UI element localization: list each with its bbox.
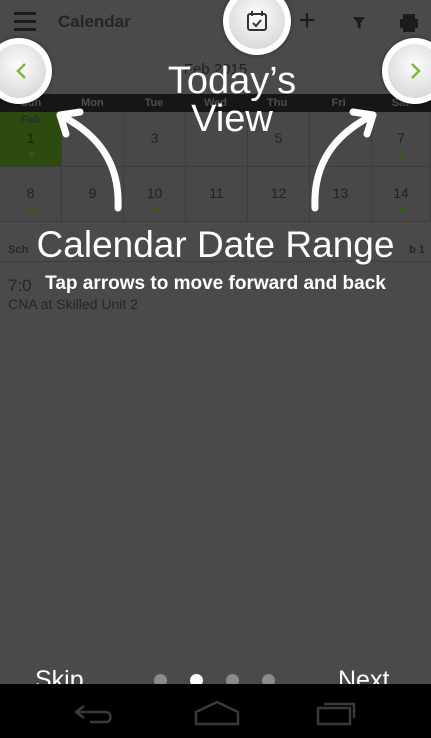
today-view-line: Today’s: [167, 60, 297, 102]
app-root: Calendar + Feb 2015 Sun Mon Tue Wed Thu …: [0, 0, 431, 738]
event-title[interactable]: CNA at Skilled Unit 2: [8, 296, 138, 312]
today-view-label: Today’s View: [140, 62, 324, 138]
date-range-title: Calendar Date Range: [36, 224, 395, 265]
home-icon[interactable]: [194, 700, 240, 726]
system-nav-bar: [0, 684, 431, 738]
curved-arrow-left-icon: [56, 108, 122, 212]
recent-apps-icon[interactable]: [316, 698, 360, 726]
today-view-line: View: [191, 98, 273, 140]
back-icon[interactable]: [72, 702, 118, 724]
date-range-subtitle: Tap arrows to move forward and back: [45, 273, 386, 294]
